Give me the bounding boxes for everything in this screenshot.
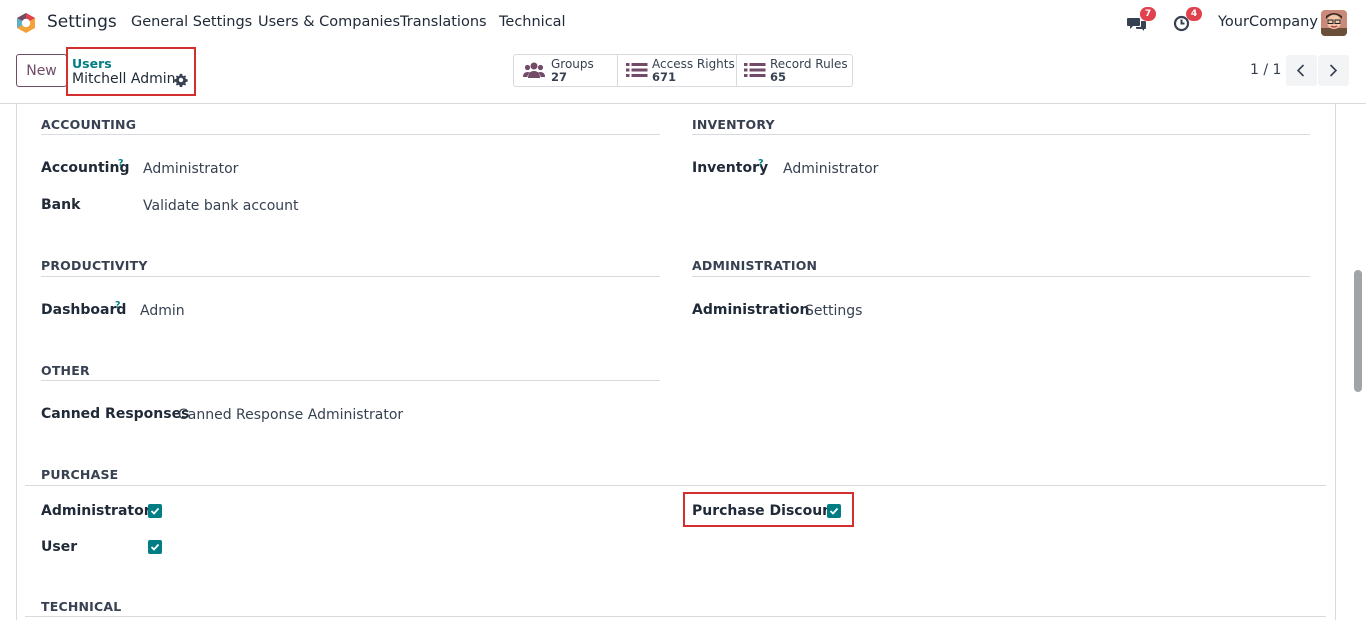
section-title-productivity: PRODUCTIVITY bbox=[41, 258, 148, 273]
record-rules-count: 65 bbox=[770, 70, 787, 84]
purchase-administrator-checkbox[interactable] bbox=[148, 504, 162, 518]
top-navbar: Settings General Settings Users & Compan… bbox=[0, 0, 1366, 46]
section-title-accounting: ACCOUNTING bbox=[41, 117, 137, 132]
check-icon bbox=[829, 507, 839, 515]
list-icon bbox=[626, 63, 648, 77]
breadcrumb-current-record: Mitchell Admin bbox=[72, 71, 176, 87]
groups-smart-button[interactable]: Groups 27 bbox=[514, 55, 618, 86]
menu-translations[interactable]: Translations bbox=[400, 14, 487, 30]
list-icon bbox=[744, 63, 766, 77]
help-tooltip-icon[interactable]: ? bbox=[758, 158, 764, 169]
field-label-bank: Bank bbox=[41, 197, 81, 213]
activities-button[interactable]: 4 bbox=[1173, 7, 1207, 38]
field-label-accounting: Accounting bbox=[41, 160, 130, 176]
vertical-scrollbar[interactable] bbox=[1354, 104, 1362, 620]
users-icon bbox=[523, 62, 545, 78]
record-rules-label: Record Rules bbox=[770, 57, 848, 71]
scrollbar-thumb[interactable] bbox=[1354, 270, 1362, 392]
section-divider bbox=[692, 134, 1310, 135]
section-divider bbox=[41, 276, 660, 277]
new-button[interactable]: New bbox=[16, 54, 67, 87]
check-icon bbox=[150, 507, 160, 515]
groups-count: 27 bbox=[551, 70, 568, 84]
help-tooltip-icon[interactable]: ? bbox=[118, 158, 124, 169]
field-label-administration: Administration bbox=[692, 302, 810, 318]
breadcrumb: Users Mitchell Admin bbox=[66, 47, 196, 96]
section-divider bbox=[41, 380, 660, 381]
access-rights-smart-button[interactable]: Access Rights 671 bbox=[618, 55, 737, 86]
form-sheet bbox=[16, 104, 1336, 620]
section-divider bbox=[41, 134, 660, 135]
field-label-dashboard: Dashboard bbox=[41, 302, 127, 318]
section-title-technical: TECHNICAL bbox=[41, 599, 122, 614]
section-title-inventory: INVENTORY bbox=[692, 117, 775, 132]
field-label-purchase-discount: Purchase Discount bbox=[692, 503, 839, 519]
field-value-inventory[interactable]: Administrator bbox=[783, 161, 878, 177]
section-title-purchase: PURCHASE bbox=[41, 467, 119, 482]
control-panel: New Users Mitchell Admin Groups 27 Acces… bbox=[0, 46, 1366, 104]
pager-next-button[interactable] bbox=[1318, 55, 1349, 86]
purchase-discount-checkbox[interactable] bbox=[827, 504, 841, 518]
chevron-left-icon bbox=[1296, 64, 1305, 77]
odoo-app-icon[interactable] bbox=[15, 12, 37, 34]
app-title[interactable]: Settings bbox=[47, 12, 117, 32]
field-value-bank[interactable]: Validate bank account bbox=[143, 198, 299, 214]
field-label-inventory: Inventory bbox=[692, 160, 769, 176]
activities-badge: 4 bbox=[1186, 7, 1202, 21]
groups-label: Groups bbox=[551, 57, 594, 71]
menu-technical[interactable]: Technical bbox=[499, 14, 566, 30]
menu-general-settings[interactable]: General Settings bbox=[131, 14, 252, 30]
company-switcher[interactable]: YourCompany bbox=[1218, 14, 1318, 30]
section-title-administration: ADMINISTRATION bbox=[692, 258, 818, 273]
gear-icon[interactable] bbox=[174, 73, 188, 87]
check-icon bbox=[150, 543, 160, 551]
help-tooltip-icon[interactable]: ? bbox=[115, 300, 121, 311]
section-divider bbox=[25, 616, 1326, 617]
menu-users-companies[interactable]: Users & Companies bbox=[258, 14, 400, 30]
pager-previous-button[interactable] bbox=[1286, 55, 1317, 86]
breadcrumb-users-link[interactable]: Users bbox=[72, 56, 112, 71]
record-rules-smart-button[interactable]: Record Rules 65 bbox=[737, 55, 852, 86]
messages-badge: 7 bbox=[1140, 7, 1156, 21]
chevron-right-icon bbox=[1329, 64, 1338, 77]
access-rights-label: Access Rights bbox=[652, 57, 735, 71]
section-title-other: OTHER bbox=[41, 363, 90, 378]
user-avatar[interactable] bbox=[1321, 10, 1347, 36]
purchase-user-checkbox[interactable] bbox=[148, 540, 162, 554]
field-value-canned-responses[interactable]: Canned Response Administrator bbox=[178, 407, 403, 423]
field-value-dashboard[interactable]: Admin bbox=[140, 303, 185, 319]
field-value-accounting[interactable]: Administrator bbox=[143, 161, 238, 177]
field-value-administration[interactable]: Settings bbox=[805, 303, 862, 319]
field-label-canned-responses: Canned Responses bbox=[41, 406, 190, 422]
section-divider bbox=[25, 485, 1326, 486]
smart-buttons: Groups 27 Access Rights 671 Record Rules… bbox=[513, 54, 853, 87]
messages-button[interactable]: 7 bbox=[1127, 7, 1161, 38]
pager-value[interactable]: 1 / 1 bbox=[1250, 62, 1281, 78]
access-rights-count: 671 bbox=[652, 70, 677, 84]
field-label-purchase-administrator: Administrator bbox=[41, 503, 151, 519]
field-label-purchase-user: User bbox=[41, 539, 78, 555]
section-divider bbox=[692, 276, 1310, 277]
